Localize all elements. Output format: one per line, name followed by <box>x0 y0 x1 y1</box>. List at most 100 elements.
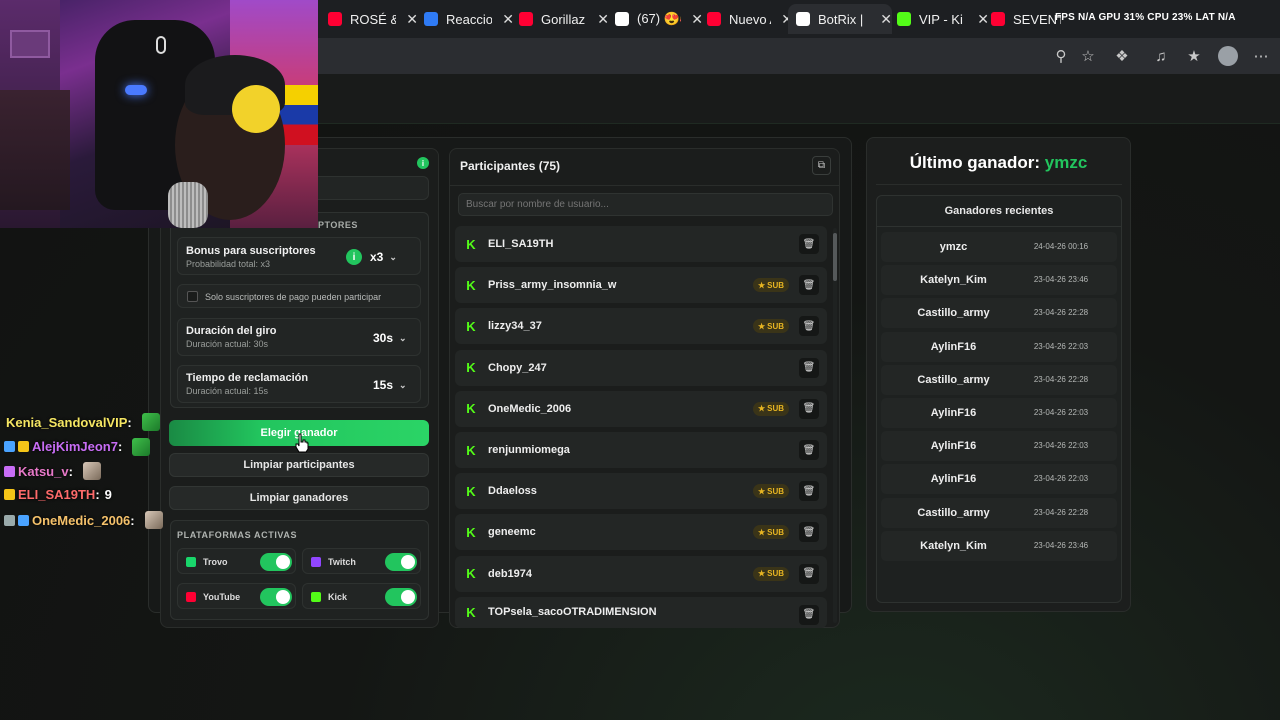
chat-emote-icon <box>144 511 163 529</box>
participant-row[interactable]: Kdeb1974 ★ SUB 🗑 <box>455 555 827 592</box>
platform-label: Kick <box>328 592 348 602</box>
participant-row[interactable]: K ELI_SA19TH 🗑 <box>455 226 827 262</box>
bonus-select[interactable]: x3 ⌄ <box>370 250 397 264</box>
participant-row[interactable]: K Chopy_247 🗑 <box>455 349 827 386</box>
participant-row[interactable]: K TOPsela_sacoOTRADIMENSION 🗑 <box>455 596 827 628</box>
delete-participant-icon[interactable]: 🗑 <box>799 275 819 296</box>
search-participants-input[interactable] <box>458 193 833 216</box>
tab-1[interactable]: Reaccion ✕ <box>424 4 514 34</box>
winner-name: Castillo_army <box>917 307 990 320</box>
platform-toggle[interactable] <box>260 588 292 606</box>
tab-label: BotRix | <box>818 11 864 27</box>
chat-emote-icon <box>82 462 101 480</box>
youtube-icon <box>186 592 196 602</box>
tab-4[interactable]: Nuevo A✕ <box>707 4 793 34</box>
platform-youtube: YouTube <box>177 583 296 609</box>
youtube-icon <box>991 12 1005 26</box>
close-tab-icon[interactable]: ✕ <box>691 11 703 28</box>
winner-name: AylinF16 <box>930 407 977 419</box>
winner-date: 23-04-26 22:28 <box>1033 507 1089 517</box>
winner-date: 23-04-26 22:03 <box>1033 341 1089 351</box>
winner-date: 23-04-26 22:28 <box>1033 374 1089 384</box>
participant-row[interactable]: K Ddaeloss ★ SUB 🗑 <box>455 473 827 510</box>
duration-sub: Duración actual: 30s <box>186 339 269 349</box>
chat-separator: : <box>127 414 132 430</box>
close-tab-icon[interactable]: ✕ <box>880 11 892 28</box>
info-icon[interactable]: i <box>346 249 362 265</box>
star-icon: ★ <box>757 280 766 290</box>
screen: { "browser": { "tabs": [ {"label": "ROSÉ… <box>0 0 1280 720</box>
delete-participant-icon[interactable]: 🗑 <box>799 234 819 254</box>
participant-name: renjunmiomega <box>488 444 570 456</box>
paid-only-option[interactable]: Solo suscriptores de pago pueden partici… <box>177 284 421 308</box>
participant-row[interactable]: Klizzy34_37 ★ SUB 🗑 <box>455 308 827 345</box>
chat-badge-icon <box>4 514 15 526</box>
participant-row[interactable]: K Priss_army_insomnia_w ★ SUB 🗑 <box>455 267 827 304</box>
kick-icon: K <box>466 483 476 499</box>
zoom-icon[interactable]: ⚲ <box>1051 46 1071 66</box>
kick-icon: K <box>466 566 476 582</box>
delete-participant-icon[interactable]: 🗑 <box>799 563 819 584</box>
close-tab-icon[interactable]: ✕ <box>406 11 418 28</box>
sub-badge: ★ SUB <box>752 484 789 499</box>
favorite-star-icon[interactable]: ☆ <box>1078 46 1098 66</box>
close-tab-icon[interactable]: ✕ <box>597 11 609 28</box>
delete-participant-icon[interactable]: 🗑 <box>799 481 819 502</box>
chat-message: ELI_SA19TH :9 <box>4 487 112 502</box>
platform-toggle[interactable] <box>385 588 417 606</box>
delete-participant-icon[interactable]: 🗑 <box>799 316 819 337</box>
tab-label: Gorillaz <box>541 11 586 27</box>
platform-toggle[interactable] <box>260 553 292 571</box>
participant-row[interactable]: K OneMedic_2006 ★ SUB 🗑 <box>455 390 827 427</box>
platform-label: YouTube <box>203 592 241 602</box>
chat-badge-icon <box>4 465 15 477</box>
close-tab-icon[interactable]: ✕ <box>977 11 989 28</box>
duration-card: Duración del giro Duración actual: 30s 3… <box>177 318 421 356</box>
recent-winner-row: AylinF16 23-04-26 22:03 <box>881 464 1117 495</box>
last-winner-label: Último ganador: <box>909 153 1041 172</box>
winner-date: 23-04-26 23:46 <box>1033 540 1089 550</box>
delete-participant-icon[interactable]: 🗑 <box>799 398 819 419</box>
tab-7[interactable]: SEVENT <box>991 4 1061 34</box>
paid-only-checkbox[interactable] <box>187 291 198 302</box>
chevron-down-icon: ⌄ <box>389 251 397 262</box>
winner-name: Castillo_army <box>917 373 990 386</box>
tab-5[interactable]: BotRix | ✕ <box>788 4 892 34</box>
tab-3[interactable]: (67) 😍🥰 ✕ <box>615 4 703 34</box>
recent-winner-row: ymzc 24-04-26 00:16 <box>881 232 1117 262</box>
participant-name: ELI_SA19TH <box>488 238 554 250</box>
media-icon[interactable]: ♫ <box>1151 46 1171 66</box>
recent-winner-row: Castillo_army 23-04-26 22:28 <box>881 364 1117 395</box>
chat-badge-icon <box>18 514 29 526</box>
clear-winners-button[interactable]: Limpiar ganadores <box>169 486 429 510</box>
scrollbar-track[interactable] <box>833 228 837 623</box>
participant-name: lizzy34_37 <box>488 320 542 333</box>
tab-2[interactable]: Gorillaz ✕ <box>519 4 609 34</box>
winner-date: 23-04-26 22:28 <box>1033 308 1089 318</box>
copy-icon[interactable]: ⧉ <box>812 156 831 175</box>
delete-participant-icon[interactable]: 🗑 <box>799 604 819 625</box>
chat-message: AlejKimJeon7 : <box>4 437 151 456</box>
tab-6[interactable]: VIP - Ki ✕ <box>897 4 989 34</box>
close-tab-icon[interactable]: ✕ <box>502 11 514 28</box>
profile-avatar[interactable] <box>1218 46 1238 66</box>
participant-row[interactable]: Krenjunmiomega 🗑 <box>455 432 827 468</box>
tab-0[interactable]: ROSÉ & ✕ <box>328 4 418 34</box>
participant-row[interactable]: Kgeneemc ★ SUB 🗑 <box>455 514 827 551</box>
chat-separator: : <box>68 463 73 479</box>
favorites-icon[interactable]: ★ <box>1184 46 1204 66</box>
duration-select[interactable]: 30s ⌄ <box>373 331 407 345</box>
more-menu-icon[interactable]: ⋯ <box>1251 46 1271 66</box>
platform-toggle[interactable] <box>385 553 417 571</box>
delete-participant-icon[interactable]: 🗑 <box>799 522 819 543</box>
clear-participants-button[interactable]: Limpiar participantes <box>169 453 429 477</box>
extensions-icon[interactable]: ❖ <box>1112 46 1132 66</box>
scrollbar-thumb[interactable] <box>833 233 837 281</box>
kick-icon <box>897 12 911 26</box>
chat-username: Katsu_v <box>18 463 69 479</box>
delete-participant-icon[interactable]: 🗑 <box>799 357 819 378</box>
claim-sub: Duración actual: 15s <box>186 386 269 396</box>
tab-label: VIP - Ki <box>919 11 963 27</box>
claim-select[interactable]: 15s ⌄ <box>373 378 407 392</box>
delete-participant-icon[interactable]: 🗑 <box>799 440 819 460</box>
